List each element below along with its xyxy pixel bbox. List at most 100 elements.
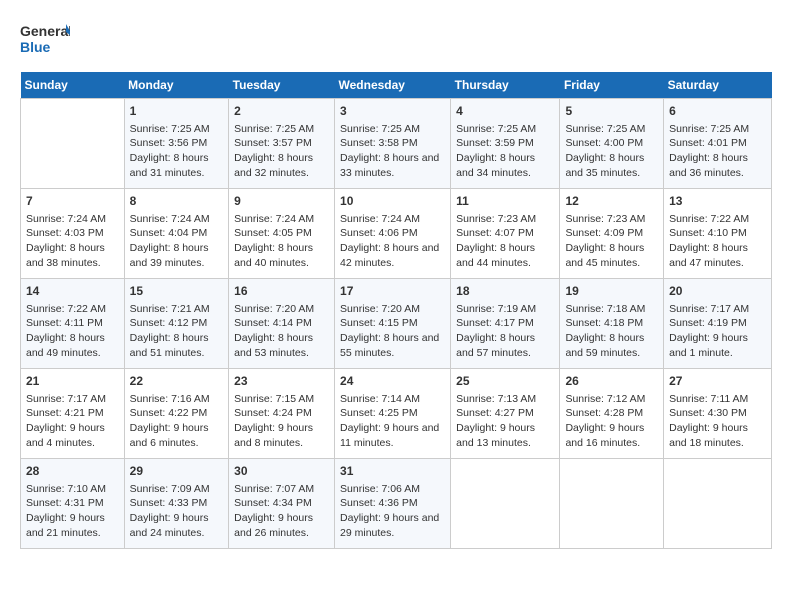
calendar-cell: 18Sunrise: 7:19 AMSunset: 4:17 PMDayligh… [451, 279, 560, 369]
day-number: 21 [26, 373, 119, 390]
day-number: 14 [26, 283, 119, 300]
calendar-cell: 22 Sunrise: 7:16 AMSunset: 4:22 PMDayligh… [124, 369, 229, 459]
calendar-cell: 4 Sunrise: 7:25 AMSunset: 3:59 PMDaylight… [451, 99, 560, 189]
day-info: Sunrise: 7:24 AMSunset: 4:06 PMDaylight:… [340, 212, 445, 271]
day-info: Sunrise: 7:25 AMSunset: 3:58 PMDaylight:… [340, 122, 445, 181]
day-info: Sunrise: 7:25 AMSunset: 3:57 PMDaylight:… [234, 122, 329, 181]
weekday-header-tuesday: Tuesday [229, 72, 335, 99]
day-number: 12 [565, 193, 658, 210]
day-number: 4 [456, 103, 554, 120]
calendar-cell: 31Sunrise: 7:06 AMSunset: 4:36 PMDayligh… [335, 459, 451, 549]
page-header: General Blue [20, 20, 772, 62]
calendar-cell: 10 Sunrise: 7:24 AMSunset: 4:06 PMDayligh… [335, 189, 451, 279]
week-row-4: 21 Sunrise: 7:17 AMSunset: 4:21 PMDayligh… [21, 369, 772, 459]
calendar-cell: 3 Sunrise: 7:25 AMSunset: 3:58 PMDaylight… [335, 99, 451, 189]
calendar-cell: 2 Sunrise: 7:25 AMSunset: 3:57 PMDaylight… [229, 99, 335, 189]
calendar-cell: 13Sunrise: 7:22 AMSunset: 4:10 PMDayligh… [664, 189, 772, 279]
week-row-5: 28Sunrise: 7:10 AMSunset: 4:31 PMDayligh… [21, 459, 772, 549]
calendar-cell: 28Sunrise: 7:10 AMSunset: 4:31 PMDayligh… [21, 459, 125, 549]
calendar-cell: 17 Sunrise: 7:20 AMSunset: 4:15 PMDayligh… [335, 279, 451, 369]
calendar-cell: 1 Sunrise: 7:25 AMSunset: 3:56 PMDaylight… [124, 99, 229, 189]
day-number: 6 [669, 103, 766, 120]
calendar-cell: 11Sunrise: 7:23 AMSunset: 4:07 PMDayligh… [451, 189, 560, 279]
weekday-header-saturday: Saturday [664, 72, 772, 99]
day-number: 11 [456, 193, 554, 210]
calendar-table: SundayMondayTuesdayWednesdayThursdayFrid… [20, 72, 772, 549]
day-number: 9 [234, 193, 329, 210]
calendar-cell [451, 459, 560, 549]
svg-text:General: General [20, 23, 70, 39]
week-row-2: 7 Sunrise: 7:24 AMSunset: 4:03 PMDaylight… [21, 189, 772, 279]
day-info: Sunrise: 7:14 AMSunset: 4:25 PMDaylight:… [340, 392, 445, 451]
calendar-cell: 20 Sunrise: 7:17 AMSunset: 4:19 PMDayligh… [664, 279, 772, 369]
calendar-cell: 19Sunrise: 7:18 AMSunset: 4:18 PMDayligh… [560, 279, 664, 369]
day-info: Sunrise: 7:21 AMSunset: 4:12 PMDaylight:… [130, 302, 224, 361]
day-info: Sunrise: 7:20 AMSunset: 4:15 PMDaylight:… [340, 302, 445, 361]
weekday-header-sunday: Sunday [21, 72, 125, 99]
week-row-3: 14 Sunrise: 7:22 AMSunset: 4:11 PMDayligh… [21, 279, 772, 369]
day-number: 5 [565, 103, 658, 120]
calendar-cell: 9Sunrise: 7:24 AMSunset: 4:05 PMDaylight… [229, 189, 335, 279]
day-info: Sunrise: 7:24 AMSunset: 4:04 PMDaylight:… [130, 212, 224, 271]
calendar-cell: 7 Sunrise: 7:24 AMSunset: 4:03 PMDaylight… [21, 189, 125, 279]
calendar-cell: 25Sunrise: 7:13 AMSunset: 4:27 PMDayligh… [451, 369, 560, 459]
day-number: 8 [130, 193, 224, 210]
day-info: Sunrise: 7:11 AMSunset: 4:30 PMDaylight:… [669, 392, 766, 451]
day-number: 22 [130, 373, 224, 390]
day-number: 29 [130, 463, 224, 480]
day-info: Sunrise: 7:09 AMSunset: 4:33 PMDaylight:… [130, 482, 224, 541]
day-number: 15 [130, 283, 224, 300]
calendar-cell: 14 Sunrise: 7:22 AMSunset: 4:11 PMDayligh… [21, 279, 125, 369]
day-info: Sunrise: 7:17 AMSunset: 4:19 PMDaylight:… [669, 302, 766, 361]
day-info: Sunrise: 7:12 AMSunset: 4:28 PMDaylight:… [565, 392, 658, 451]
day-info: Sunrise: 7:07 AMSunset: 4:34 PMDaylight:… [234, 482, 329, 541]
calendar-cell: 21 Sunrise: 7:17 AMSunset: 4:21 PMDayligh… [21, 369, 125, 459]
calendar-cell: 24Sunrise: 7:14 AMSunset: 4:25 PMDayligh… [335, 369, 451, 459]
weekday-header-friday: Friday [560, 72, 664, 99]
svg-text:Blue: Blue [20, 39, 51, 55]
day-number: 20 [669, 283, 766, 300]
logo: General Blue [20, 20, 70, 62]
day-info: Sunrise: 7:18 AMSunset: 4:18 PMDaylight:… [565, 302, 658, 361]
day-number: 31 [340, 463, 445, 480]
day-info: Sunrise: 7:22 AMSunset: 4:11 PMDaylight:… [26, 302, 119, 361]
day-number: 7 [26, 193, 119, 210]
day-info: Sunrise: 7:16 AMSunset: 4:22 PMDaylight:… [130, 392, 224, 451]
calendar-cell: 8 Sunrise: 7:24 AMSunset: 4:04 PMDaylight… [124, 189, 229, 279]
day-number: 17 [340, 283, 445, 300]
day-number: 18 [456, 283, 554, 300]
calendar-cell: 27Sunrise: 7:11 AMSunset: 4:30 PMDayligh… [664, 369, 772, 459]
day-number: 1 [130, 103, 224, 120]
calendar-cell: 29 Sunrise: 7:09 AMSunset: 4:33 PMDayligh… [124, 459, 229, 549]
day-info: Sunrise: 7:25 AMSunset: 3:59 PMDaylight:… [456, 122, 554, 181]
weekday-header-wednesday: Wednesday [335, 72, 451, 99]
calendar-cell: 6 Sunrise: 7:25 AMSunset: 4:01 PMDaylight… [664, 99, 772, 189]
calendar-cell: 5 Sunrise: 7:25 AMSunset: 4:00 PMDaylight… [560, 99, 664, 189]
day-number: 3 [340, 103, 445, 120]
day-number: 28 [26, 463, 119, 480]
day-info: Sunrise: 7:15 AMSunset: 4:24 PMDaylight:… [234, 392, 329, 451]
day-number: 2 [234, 103, 329, 120]
calendar-cell [664, 459, 772, 549]
day-info: Sunrise: 7:23 AMSunset: 4:09 PMDaylight:… [565, 212, 658, 271]
logo-svg: General Blue [20, 20, 70, 62]
day-number: 13 [669, 193, 766, 210]
day-info: Sunrise: 7:25 AMSunset: 4:01 PMDaylight:… [669, 122, 766, 181]
day-info: Sunrise: 7:20 AMSunset: 4:14 PMDaylight:… [234, 302, 329, 361]
calendar-cell [560, 459, 664, 549]
day-info: Sunrise: 7:17 AMSunset: 4:21 PMDaylight:… [26, 392, 119, 451]
calendar-cell: 15 Sunrise: 7:21 AMSunset: 4:12 PMDayligh… [124, 279, 229, 369]
day-info: Sunrise: 7:24 AMSunset: 4:03 PMDaylight:… [26, 212, 119, 271]
day-number: 30 [234, 463, 329, 480]
day-number: 26 [565, 373, 658, 390]
calendar-cell: 30 Sunrise: 7:07 AMSunset: 4:34 PMDayligh… [229, 459, 335, 549]
week-row-1: 1 Sunrise: 7:25 AMSunset: 3:56 PMDaylight… [21, 99, 772, 189]
day-info: Sunrise: 7:13 AMSunset: 4:27 PMDaylight:… [456, 392, 554, 451]
day-info: Sunrise: 7:25 AMSunset: 3:56 PMDaylight:… [130, 122, 224, 181]
calendar-cell: 12 Sunrise: 7:23 AMSunset: 4:09 PMDayligh… [560, 189, 664, 279]
calendar-cell: 26 Sunrise: 7:12 AMSunset: 4:28 PMDayligh… [560, 369, 664, 459]
day-info: Sunrise: 7:25 AMSunset: 4:00 PMDaylight:… [565, 122, 658, 181]
day-number: 10 [340, 193, 445, 210]
calendar-cell [21, 99, 125, 189]
day-number: 23 [234, 373, 329, 390]
